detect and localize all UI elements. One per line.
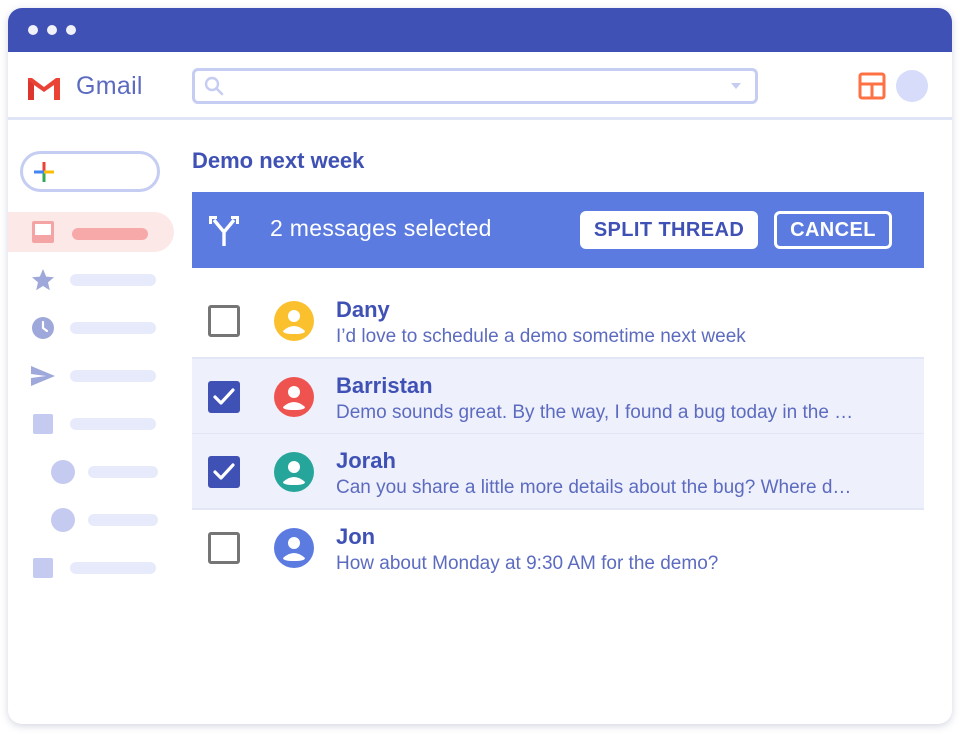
app-brand: Gmail [76, 72, 143, 100]
selection-toolbar: 2 messages selected SPLIT THREAD CANCEL [192, 192, 924, 268]
label-icon[interactable] [30, 555, 56, 581]
message-snippet: Demo sounds great. By the way, I found a… [336, 402, 854, 423]
avatar-icon [274, 528, 314, 568]
account-avatar[interactable] [896, 70, 928, 102]
send-icon[interactable] [30, 363, 56, 389]
avatar-icon [274, 377, 314, 417]
sidebar-item-label [88, 466, 158, 478]
window-dot[interactable] [28, 25, 38, 35]
title-bar [8, 8, 952, 52]
message-checkbox[interactable] [208, 381, 240, 413]
split-thread-button[interactable]: SPLIT THREAD [580, 211, 758, 249]
split-thread-icon [209, 216, 239, 246]
message-sender: Jon [336, 524, 376, 549]
app-header: Gmail [8, 52, 952, 120]
compose-button[interactable] [20, 151, 160, 192]
message-checkbox[interactable] [208, 456, 240, 488]
message-checkbox[interactable] [208, 305, 240, 337]
message-sender: Barristan [336, 373, 433, 398]
selection-count: 2 messages selected [270, 215, 492, 241]
search-icon [204, 76, 224, 96]
window-dot[interactable] [47, 25, 57, 35]
layout-icon[interactable] [858, 72, 886, 100]
label-icon[interactable] [30, 411, 56, 437]
message-checkbox[interactable] [208, 532, 240, 564]
sidebar-item-label [72, 228, 148, 240]
message-snippet: I’d love to schedule a demo sometime nex… [336, 326, 746, 347]
chevron-down-icon[interactable] [731, 82, 741, 90]
message-row[interactable]: Dany I’d love to schedule a demo sometim… [192, 283, 924, 359]
sidebar-item-label [88, 514, 158, 526]
message-sender: Dany [336, 297, 390, 322]
star-icon[interactable] [30, 267, 56, 293]
label-dot-icon[interactable] [50, 507, 76, 533]
message-row[interactable]: Jon How about Monday at 9:30 AM for the … [192, 510, 924, 586]
sidebar-item-label [70, 562, 156, 574]
search-input[interactable] [192, 68, 758, 104]
avatar-icon [274, 301, 314, 341]
message-snippet: How about Monday at 9:30 AM for the demo… [336, 553, 719, 574]
checkmark-icon [213, 463, 235, 480]
clock-icon[interactable] [30, 315, 56, 341]
window-dot[interactable] [66, 25, 76, 35]
label-dot-icon[interactable] [50, 459, 76, 485]
app-window: Gmail Demo next week 2 messages selected… [8, 8, 952, 724]
sidebar-item-label [70, 370, 156, 382]
cancel-button[interactable]: CANCEL [774, 211, 892, 249]
avatar-icon [274, 452, 314, 492]
message-row[interactable]: Barristan Demo sounds great. By the way,… [192, 359, 924, 435]
plus-icon [34, 162, 54, 182]
message-row[interactable]: Jorah Can you share a little more detail… [192, 434, 924, 510]
gmail-logo-icon [27, 76, 61, 100]
checkmark-icon [213, 388, 235, 405]
sidebar-item-label [70, 274, 156, 286]
sidebar-item-label [70, 322, 156, 334]
inbox-icon [32, 221, 54, 243]
message-snippet: Can you share a little more details abou… [336, 477, 852, 498]
message-sender: Jorah [336, 448, 396, 473]
thread-title: Demo next week [192, 148, 365, 173]
sidebar-item-label [70, 418, 156, 430]
